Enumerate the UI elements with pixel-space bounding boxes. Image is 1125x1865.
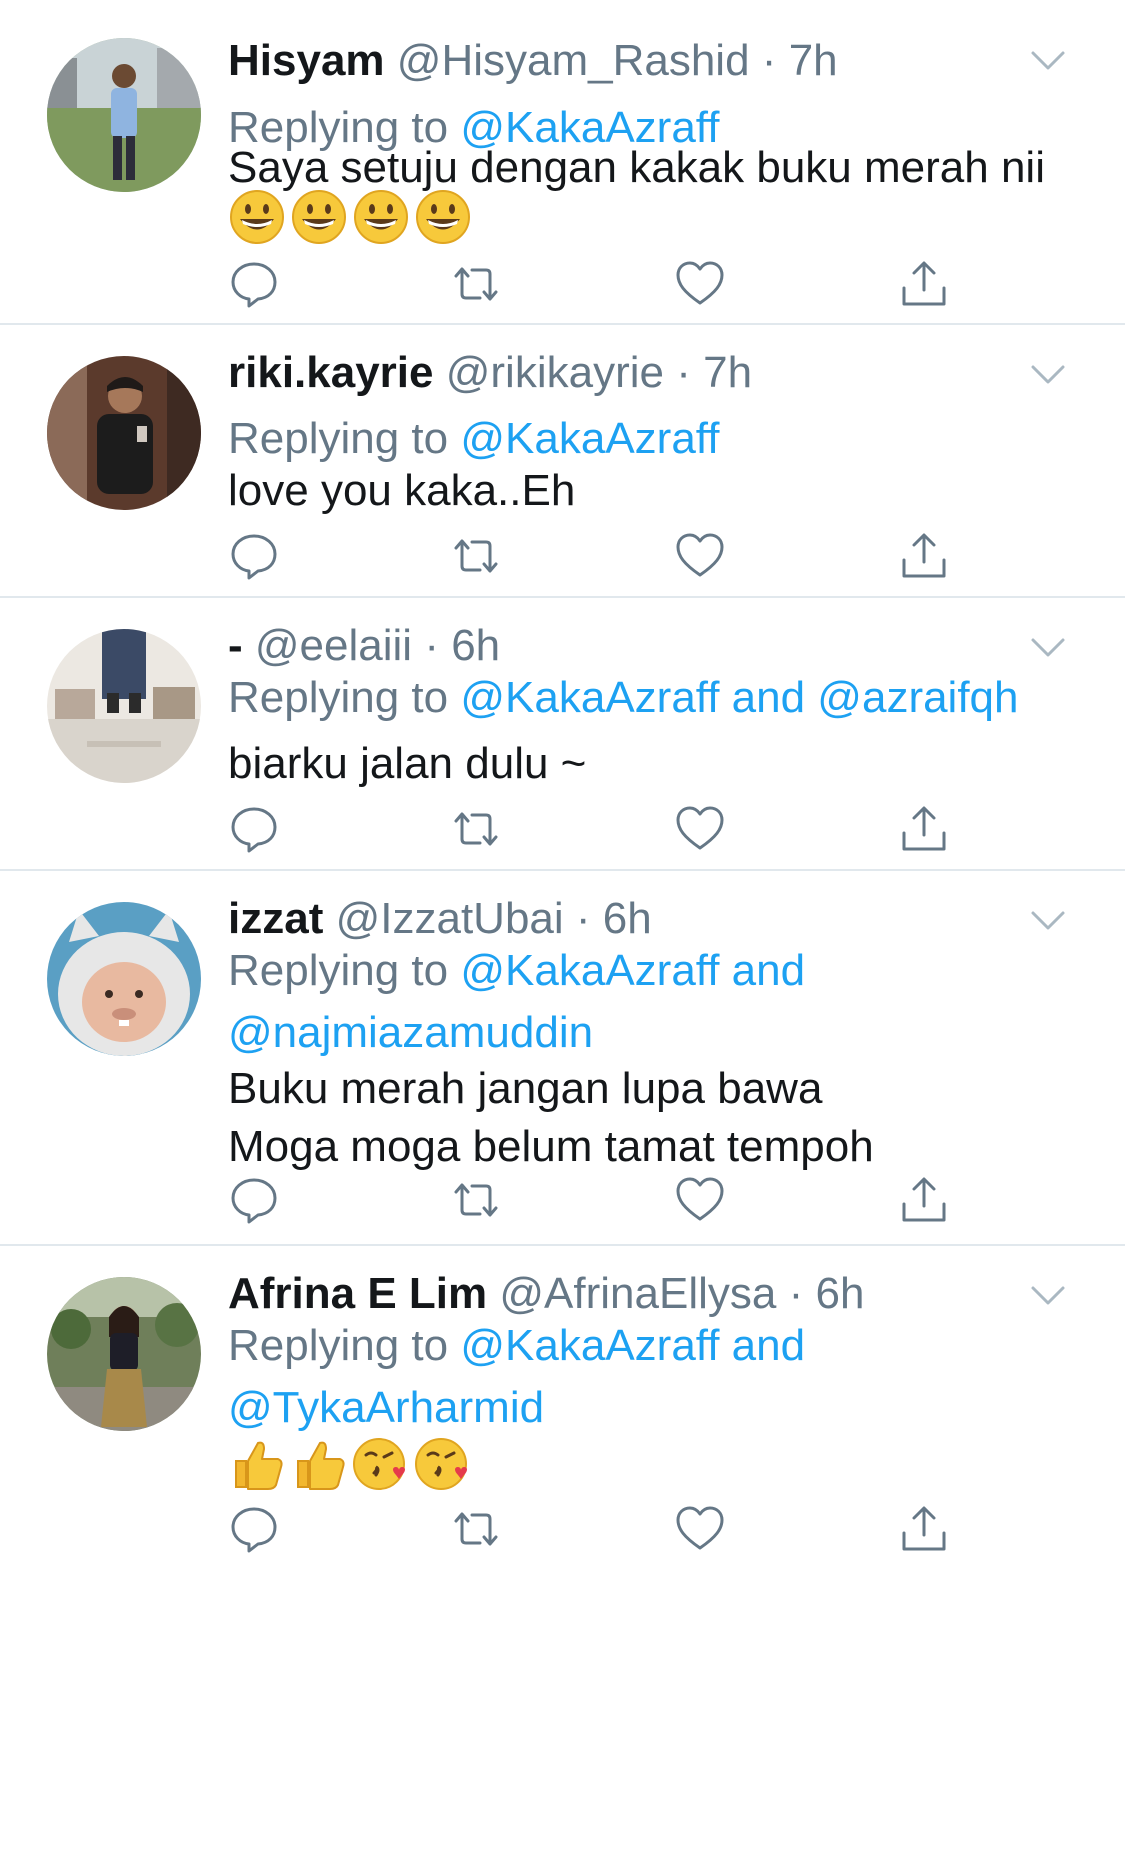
share-icon[interactable] [898, 530, 950, 582]
display-name[interactable]: izzat [228, 894, 323, 943]
retweet-icon[interactable] [450, 1174, 502, 1226]
tweet-actions [228, 530, 988, 582]
replying-to-label: Replying to [228, 946, 461, 995]
tweet-header: izzat @IzzatUbai · 6h [228, 893, 652, 945]
tweet-actions [228, 803, 988, 855]
replying-to: Replying to @KakaAzraff and @azraifqh [228, 667, 1068, 729]
mention-link[interactable]: @najmiazamuddin [228, 1002, 1068, 1064]
avatar[interactable] [47, 1277, 201, 1431]
separator-dot: · [788, 1269, 804, 1318]
share-icon[interactable] [898, 1503, 950, 1555]
tweet-card[interactable]: riki.kayrie @rikikayrie · 7h Replying to… [0, 326, 1125, 598]
grinning-face-icon [352, 188, 410, 246]
user-handle[interactable]: @IzzatUbai [336, 894, 564, 943]
grinning-face-icon [290, 188, 348, 246]
tweet-card[interactable]: Afrina E Lim @AfrinaEllysa · 6h Replying… [0, 1247, 1125, 1865]
replying-to-label: Replying to [228, 673, 461, 722]
reply-feed: Hisyam @Hisyam_Rashid · 7h Replying to @… [0, 0, 1125, 1865]
tweet-header: Hisyam @Hisyam_Rashid · 7h [228, 35, 838, 87]
timestamp[interactable]: 7h [703, 348, 752, 397]
chevron-down-icon[interactable] [1030, 637, 1066, 659]
tweet-text-line: love you kaka..Eh [228, 466, 576, 515]
reply-icon[interactable] [228, 1174, 280, 1226]
tweet-card[interactable]: Hisyam @Hisyam_Rashid · 7h Replying to @… [0, 0, 1125, 325]
heart-icon[interactable] [674, 530, 726, 582]
tweet-actions [228, 258, 988, 310]
tweet-text-line: biarku jalan dulu ~ [228, 739, 587, 788]
display-name[interactable]: riki.kayrie [228, 348, 434, 397]
reply-icon[interactable] [228, 530, 280, 582]
replying-to: Replying to @KakaAzraff and @TykaArharmi… [228, 1315, 1068, 1439]
tweet-actions [228, 1503, 988, 1555]
heart-icon[interactable] [674, 258, 726, 310]
chevron-down-icon[interactable] [1030, 364, 1066, 386]
separator-dot: · [424, 621, 439, 670]
heart-icon[interactable] [674, 1503, 726, 1555]
tweet-text: Buku merah jangan lupa bawa Moga moga be… [228, 1060, 1088, 1176]
chevron-down-icon[interactable] [1030, 910, 1066, 932]
tweet-text: biarku jalan dulu ~ [228, 735, 1088, 793]
separator-dot: · [676, 348, 691, 397]
timestamp[interactable]: 6h [603, 894, 652, 943]
tweet-card[interactable]: - @eelaiii · 6h Replying to @KakaAzraff … [0, 599, 1125, 871]
emoji-row [228, 1435, 476, 1493]
display-name[interactable]: Hisyam [228, 36, 385, 85]
separator-dot: · [761, 36, 777, 85]
reply-icon[interactable] [228, 803, 280, 855]
display-name[interactable]: - [228, 621, 243, 670]
tweet-actions [228, 1174, 988, 1226]
user-handle[interactable]: @rikikayrie [446, 348, 664, 397]
retweet-icon[interactable] [450, 803, 502, 855]
reply-icon[interactable] [228, 258, 280, 310]
chevron-down-icon[interactable] [1030, 1285, 1066, 1307]
face-blowing-kiss-icon [414, 1435, 472, 1493]
replying-to-label: Replying to [228, 414, 461, 463]
tweet-header: - @eelaiii · 6h [228, 620, 500, 672]
reply-icon[interactable] [228, 1503, 280, 1555]
grinning-face-icon [228, 188, 286, 246]
share-icon[interactable] [898, 1174, 950, 1226]
replying-to: Replying to @KakaAzraff and @najmiazamud… [228, 940, 1068, 1064]
avatar[interactable] [47, 902, 201, 1056]
emoji-row [228, 188, 476, 246]
mention-link[interactable]: @KakaAzraff and @azraifqh [460, 673, 1018, 722]
user-handle[interactable]: @eelaiii [255, 621, 412, 670]
share-icon[interactable] [898, 803, 950, 855]
timestamp[interactable]: 6h [816, 1269, 865, 1318]
heart-icon[interactable] [674, 1174, 726, 1226]
avatar[interactable] [47, 356, 201, 510]
user-handle[interactable]: @Hisyam_Rashid [397, 36, 750, 85]
retweet-icon[interactable] [450, 1503, 502, 1555]
heart-icon[interactable] [674, 803, 726, 855]
tweet-text: love you kaka..Eh [228, 462, 1088, 520]
tweet-text-line: Buku merah jangan lupa bawa [228, 1064, 823, 1113]
grinning-face-icon [414, 188, 472, 246]
mention-link[interactable]: @KakaAzraff and [460, 1321, 805, 1370]
timestamp[interactable]: 7h [789, 36, 838, 85]
face-blowing-kiss-icon [352, 1435, 410, 1493]
user-handle[interactable]: @AfrinaEllysa [499, 1269, 776, 1318]
mention-link[interactable]: @TykaArharmid [228, 1377, 1068, 1439]
thumbs-up-icon [290, 1435, 348, 1493]
replying-to-label: Replying to [228, 1321, 461, 1370]
tweet-text-line: Moga moga belum tamat tempoh [228, 1122, 874, 1171]
avatar[interactable] [47, 629, 201, 783]
replying-to: Replying to @KakaAzraff [228, 408, 1068, 470]
thumbs-up-icon [228, 1435, 286, 1493]
retweet-icon[interactable] [450, 530, 502, 582]
share-icon[interactable] [898, 258, 950, 310]
tweet-card[interactable]: izzat @IzzatUbai · 6h Replying to @KakaA… [0, 872, 1125, 1246]
avatar[interactable] [47, 38, 201, 192]
mention-link[interactable]: @KakaAzraff and [460, 946, 805, 995]
tweet-header: riki.kayrie @rikikayrie · 7h [228, 347, 752, 399]
display-name[interactable]: Afrina E Lim [228, 1269, 487, 1318]
separator-dot: · [575, 894, 591, 943]
mention-link[interactable]: @KakaAzraff [460, 414, 719, 463]
chevron-down-icon[interactable] [1030, 50, 1066, 72]
tweet-header: Afrina E Lim @AfrinaEllysa · 6h [228, 1268, 864, 1320]
retweet-icon[interactable] [450, 258, 502, 310]
timestamp[interactable]: 6h [451, 621, 500, 670]
